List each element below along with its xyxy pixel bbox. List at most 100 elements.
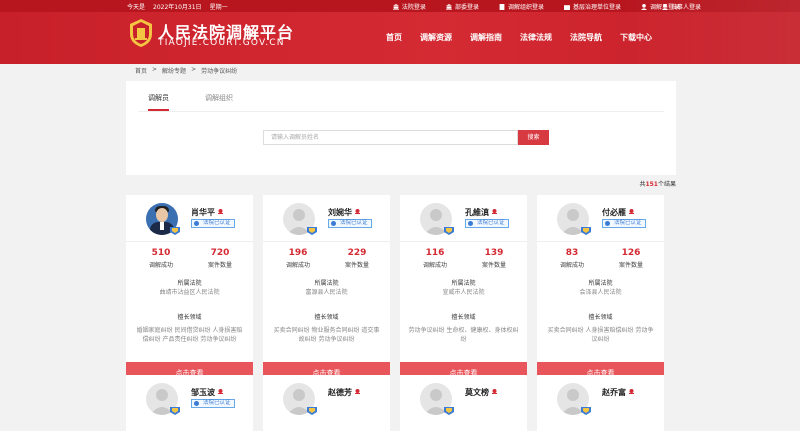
gold-badge-icon xyxy=(581,227,591,235)
nav-home[interactable]: 首页 xyxy=(386,32,402,43)
divider xyxy=(400,241,527,242)
field-value: 婚姻家庭纠纷 民间借贷纠纷 人身损害赔偿纠纷 产品责任纠纷 劳动争议纠纷 xyxy=(136,327,243,343)
nav-mediation-resources[interactable]: 调解资源 xyxy=(420,32,452,43)
location-pin-icon xyxy=(218,387,223,394)
mediator-name: 孔維滇 xyxy=(465,207,497,218)
cases-stat: 126 案件数量 xyxy=(618,248,643,269)
search-input[interactable]: 请输入调解员姓名 xyxy=(263,130,518,145)
court-label: 所属法院 xyxy=(451,280,476,287)
success-stat: 116 调解成功 xyxy=(422,248,447,269)
nav-downloads[interactable]: 下载中心 xyxy=(620,32,652,43)
certified-badge: 法院已认证 xyxy=(191,219,235,228)
search-button[interactable]: 搜索 xyxy=(518,130,549,145)
gold-badge-icon xyxy=(307,407,317,415)
ministry-login-link[interactable]: 部委登录 xyxy=(445,2,479,11)
mediator-name: 莫文榜 xyxy=(465,387,497,398)
nav-court-directory[interactable]: 法院导航 xyxy=(570,32,602,43)
divider xyxy=(537,241,664,242)
breadcrumb-current: 劳动争议纠纷 xyxy=(201,68,238,75)
search-panel: 调解员 调解组织 请输入调解员姓名 搜索 xyxy=(126,81,676,175)
gold-badge-icon xyxy=(170,407,180,415)
certified-badge: 法院已认证 xyxy=(465,219,509,228)
gold-badge-icon xyxy=(170,227,180,235)
mediator-card[interactable]: 肖华平 法院已认证 510 调解成功 720 案件数量 所属法院 曲靖市沾益区人… xyxy=(126,195,253,385)
court-label: 所属法院 xyxy=(314,280,339,287)
tab-divider xyxy=(138,111,664,112)
court-icon xyxy=(392,3,399,10)
main-nav: 首页 调解资源 调解指南 法律法规 法院导航 下载中心 xyxy=(386,32,670,43)
mediator-name: 付必雁 xyxy=(602,207,634,218)
gold-badge-icon xyxy=(581,407,591,415)
mediator-card[interactable]: 赵乔富 xyxy=(537,375,664,431)
breadcrumb: 首页 > 解纷专题 > 劳动争议纠纷 xyxy=(135,66,237,75)
mediator-card[interactable]: 赵德芳 xyxy=(263,375,390,431)
cases-stat: 720 案件数量 xyxy=(207,248,232,269)
location-pin-icon xyxy=(629,207,634,214)
gold-badge-icon xyxy=(307,227,317,235)
success-stat: 83 调解成功 xyxy=(559,248,584,269)
court-label: 所属法院 xyxy=(588,280,613,287)
mediator-card[interactable]: 刘婉华 法院已认证 196 调解成功 229 案件数量 所属法院 富源县人民法院… xyxy=(263,195,390,385)
mediation-org-login-link[interactable]: 调解组织登录 xyxy=(499,2,544,11)
court-value: 宣威市人民法院 xyxy=(442,289,485,296)
cases-stat: 229 案件数量 xyxy=(344,248,369,269)
mediator-card[interactable]: 付必雁 法院已认证 83 调解成功 126 案件数量 所属法院 会泽县人民法院 … xyxy=(537,195,664,385)
field-label: 擅长领域 xyxy=(177,314,202,321)
organization-icon xyxy=(499,3,505,10)
certified-badge: 法院已认证 xyxy=(191,399,235,408)
result-count: 共151个结果 xyxy=(639,181,676,188)
location-pin-icon xyxy=(218,207,223,214)
user-icon xyxy=(662,3,668,10)
site-subtitle: TIAOJIE.COURT.GOV.CN xyxy=(158,38,285,48)
gold-badge-icon xyxy=(444,407,454,415)
location-pin-icon xyxy=(355,387,360,394)
mediator-name: 赵乔富 xyxy=(602,387,634,398)
location-pin-icon xyxy=(492,207,497,214)
nav-mediation-guide[interactable]: 调解指南 xyxy=(470,32,502,43)
court-label: 所属法院 xyxy=(177,280,202,287)
mediator-name: 刘婉华 xyxy=(328,207,360,218)
court-emblem-logo xyxy=(128,18,154,48)
location-pin-icon xyxy=(629,387,634,394)
mediator-card[interactable]: 莫文榜 xyxy=(400,375,527,431)
user-icon xyxy=(640,3,647,10)
mediator-card[interactable]: 孔維滇 法院已认证 116 调解成功 139 案件数量 所属法院 宣威市人民法院… xyxy=(400,195,527,385)
site-header: 今天是 2022年10月31日 星期一 法院登录 部委登录 调解组织登录 基层治理单… xyxy=(0,0,800,64)
top-bar: 今天是 2022年10月31日 星期一 法院登录 部委登录 调解组织登录 基层治理单… xyxy=(0,0,800,12)
cases-stat: 139 案件数量 xyxy=(481,248,506,269)
tab-mediation-orgs[interactable]: 调解组织 xyxy=(205,93,233,111)
ministry-icon xyxy=(445,3,452,10)
success-stat: 510 调解成功 xyxy=(148,248,173,269)
court-value: 会泽县人民法院 xyxy=(579,289,622,296)
mediator-name: 邹玉波 xyxy=(191,387,223,398)
breadcrumb-separator: > xyxy=(152,66,158,73)
field-value: 买卖合同纠纷 物业服务合同纠纷 道交事故纠纷 劳动争议纠纷 xyxy=(273,327,380,343)
field-label: 擅长领域 xyxy=(314,314,339,321)
tab-mediators[interactable]: 调解员 xyxy=(148,93,169,111)
court-login-link[interactable]: 法院登录 xyxy=(392,2,426,11)
tab-bar: 调解员 调解组织 xyxy=(148,93,269,111)
grassroots-unit-login-link[interactable]: 基层治理单位登录 xyxy=(563,2,621,11)
breadcrumb-topic[interactable]: 解纷专题 xyxy=(162,66,186,75)
field-label: 擅长领域 xyxy=(588,314,613,321)
nav-laws[interactable]: 法律法规 xyxy=(520,32,552,43)
breadcrumb-home[interactable]: 首页 xyxy=(135,66,147,75)
court-value: 曲靖市沾益区人民法院 xyxy=(159,289,220,296)
mediator-card[interactable]: 邹玉波 法院已认证 xyxy=(126,375,253,431)
field-label: 擅长领域 xyxy=(451,314,476,321)
certified-badge: 法院已认证 xyxy=(602,219,646,228)
gold-badge-icon xyxy=(444,227,454,235)
divider xyxy=(263,241,390,242)
mediator-login-link[interactable]: 调解员登录 xyxy=(640,2,680,11)
divider xyxy=(126,241,253,242)
mediator-name: 赵德芳 xyxy=(328,387,360,398)
building-icon xyxy=(563,4,570,10)
mediator-name: 肖华平 xyxy=(191,207,223,218)
party-login-link[interactable]: 当事人登录 xyxy=(662,2,701,11)
certified-badge: 法院已认证 xyxy=(328,219,372,228)
field-value: 劳动争议纠纷 生命权、健康权、身体权纠纷 xyxy=(408,327,519,343)
location-pin-icon xyxy=(355,207,360,214)
court-value: 富源县人民法院 xyxy=(305,289,348,296)
field-value: 买卖合同纠纷 人身损害赔偿纠纷 劳动争议纠纷 xyxy=(547,327,654,343)
date-display: 今天是 2022年10月31日 星期一 xyxy=(127,4,228,11)
